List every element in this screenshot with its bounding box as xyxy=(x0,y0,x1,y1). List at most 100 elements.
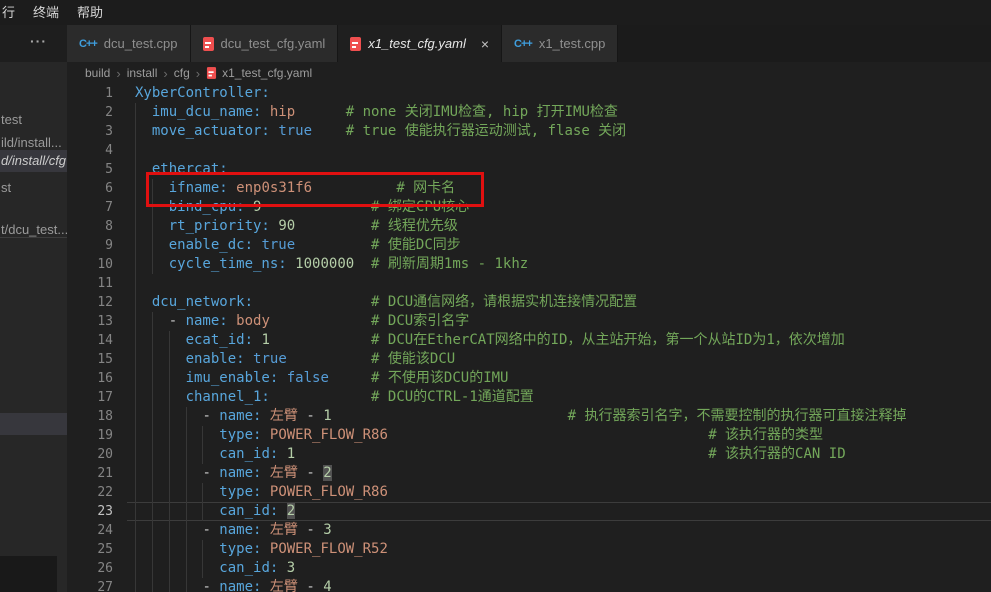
sidebar-selected-row-empty[interactable] xyxy=(0,413,67,435)
menu-item-0[interactable]: 行 xyxy=(0,0,24,25)
code-line[interactable]: 5 ethercat: xyxy=(67,160,991,179)
close-icon[interactable]: × xyxy=(481,36,489,52)
indent-guide xyxy=(135,236,136,255)
more-actions-icon[interactable]: ··· xyxy=(30,33,47,49)
line-content: move_actuator: true # true 使能执行器运动测试, fl… xyxy=(127,122,991,141)
indent-guide xyxy=(186,559,187,578)
indent-guide xyxy=(169,578,170,592)
line-number: 6 xyxy=(67,179,127,198)
code-line[interactable]: 12 dcu_network: # DCU通信网络，请根据实机连接情况配置 xyxy=(67,293,991,312)
indent-guide xyxy=(135,540,136,559)
code-line[interactable]: 19 type: POWER_FLOW_R86 # 该执行器的类型 xyxy=(67,426,991,445)
code-line[interactable]: 7 bind_cpu: 9 # 绑定CPU核心 xyxy=(67,198,991,217)
indent-guide xyxy=(186,521,187,540)
code-line[interactable]: 22 type: POWER_FLOW_R86 xyxy=(67,483,991,502)
breadcrumb-chevron-icon: › xyxy=(163,66,167,81)
code-line[interactable]: 10 cycle_time_ns: 1000000 # 刷新周期1ms - 1k… xyxy=(67,255,991,274)
sidebar-bottom-panel xyxy=(0,556,57,592)
line-number: 13 xyxy=(67,312,127,331)
indent-guide xyxy=(169,369,170,388)
indent-guide xyxy=(152,198,153,217)
tab-label: dcu_test_cfg.yaml xyxy=(221,36,326,51)
line-content: - name: body # DCU索引名字 xyxy=(127,312,991,331)
indent-guide xyxy=(135,521,136,540)
tab-bar: C++dcu_test.cpp dcu_test_cfg.yaml x1_test_… xyxy=(67,25,991,62)
indent-guide xyxy=(135,407,136,426)
indent-guide xyxy=(152,521,153,540)
indent-guide xyxy=(135,198,136,217)
code-editor[interactable]: 1XyberController:2 imu_dcu_name: hip # n… xyxy=(67,84,991,592)
line-number: 7 xyxy=(67,198,127,217)
code-line[interactable]: 11 xyxy=(67,274,991,293)
line-content: - name: 左臂 - 2 xyxy=(127,464,991,483)
line-content: type: POWER_FLOW_R52 xyxy=(127,540,991,559)
code-line[interactable]: 13 - name: body # DCU索引名字 xyxy=(67,312,991,331)
code-line[interactable]: 1XyberController: xyxy=(67,84,991,103)
line-content xyxy=(127,274,991,293)
code-line[interactable]: 3 move_actuator: true # true 使能执行器运动测试, … xyxy=(67,122,991,141)
breadcrumb-segment[interactable]: build xyxy=(85,66,110,80)
code-line[interactable]: 15 enable: true # 使能该DCU xyxy=(67,350,991,369)
editor-tab[interactable]: x1_test_cfg.yaml× xyxy=(338,25,502,62)
line-number: 16 xyxy=(67,369,127,388)
editor-tab[interactable]: dcu_test_cfg.yaml xyxy=(191,25,339,62)
sidebar-item[interactable]: d/install/cfg xyxy=(0,150,67,172)
menu-bar: 行终端帮助 xyxy=(0,0,991,25)
indent-guide xyxy=(135,502,136,521)
indent-guide xyxy=(169,331,170,350)
code-line[interactable]: 18 - name: 左臂 - 1 # 执行器索引名字，不需要控制的执行器可直接… xyxy=(67,407,991,426)
code-line[interactable]: 8 rt_priority: 90 # 线程优先级 xyxy=(67,217,991,236)
indent-guide xyxy=(152,464,153,483)
yaml-file-icon xyxy=(207,67,216,79)
line-number: 14 xyxy=(67,331,127,350)
line-number: 19 xyxy=(67,426,127,445)
line-number: 26 xyxy=(67,559,127,578)
code-line[interactable]: 9 enable_dc: true # 使能DC同步 xyxy=(67,236,991,255)
indent-guide xyxy=(169,350,170,369)
indent-guide xyxy=(169,464,170,483)
yaml-file-icon xyxy=(203,37,214,51)
line-number: 9 xyxy=(67,236,127,255)
indent-guide xyxy=(186,540,187,559)
cpp-icon: C++ xyxy=(514,38,532,50)
code-line[interactable]: 24 - name: 左臂 - 3 xyxy=(67,521,991,540)
indent-guide xyxy=(135,293,136,312)
editor-tab[interactable]: C++dcu_test.cpp xyxy=(67,25,191,62)
code-line[interactable]: 26 can_id: 3 xyxy=(67,559,991,578)
indent-guide xyxy=(152,578,153,592)
indent-guide xyxy=(169,521,170,540)
breadcrumb-file[interactable]: x1_test_cfg.yaml xyxy=(206,66,312,80)
sidebar-item[interactable]: st xyxy=(0,177,67,199)
code-line[interactable]: 4 xyxy=(67,141,991,160)
breadcrumb-segment[interactable]: cfg xyxy=(174,66,190,80)
code-line[interactable]: 20 can_id: 1 # 该执行器的CAN ID xyxy=(67,445,991,464)
line-number: 2 xyxy=(67,103,127,122)
breadcrumb-segment[interactable]: install xyxy=(127,66,158,80)
indent-guide xyxy=(152,388,153,407)
menu-item-1[interactable]: 终端 xyxy=(24,0,68,25)
line-number: 15 xyxy=(67,350,127,369)
line-content: - name: 左臂 - 3 xyxy=(127,521,991,540)
sidebar-item[interactable]: test xyxy=(0,109,67,131)
indent-guide xyxy=(135,369,136,388)
indent-guide xyxy=(152,502,153,521)
indent-guide xyxy=(135,160,136,179)
code-line[interactable]: 23 can_id: 2 xyxy=(67,502,991,521)
code-line[interactable]: 6 ifname: enp0s31f6 # 网卡名 xyxy=(67,179,991,198)
line-content: type: POWER_FLOW_R86 xyxy=(127,483,991,502)
code-line[interactable]: 17 channel_1: # DCU的CTRL-1通道配置 xyxy=(67,388,991,407)
code-line[interactable]: 16 imu_enable: false # 不使用该DCU的IMU xyxy=(67,369,991,388)
code-line[interactable]: 27 - name: 左臂 - 4 xyxy=(67,578,991,592)
editor-tab[interactable]: C++x1_test.cpp xyxy=(502,25,618,62)
code-line[interactable]: 2 imu_dcu_name: hip # none 关闭IMU检查, hip … xyxy=(67,103,991,122)
code-line[interactable]: 14 ecat_id: 1 # DCU在EtherCAT网络中的ID，从主站开始… xyxy=(67,331,991,350)
indent-guide xyxy=(152,540,153,559)
indent-guide xyxy=(169,388,170,407)
indent-guide xyxy=(152,559,153,578)
editor-group: C++dcu_test.cpp dcu_test_cfg.yaml x1_test_… xyxy=(67,25,991,592)
code-line[interactable]: 25 type: POWER_FLOW_R52 xyxy=(67,540,991,559)
menu-item-2[interactable]: 帮助 xyxy=(68,0,112,25)
breadcrumb-chevron-icon: › xyxy=(196,66,200,81)
line-content: ethercat: xyxy=(127,160,991,179)
code-line[interactable]: 21 - name: 左臂 - 2 xyxy=(67,464,991,483)
